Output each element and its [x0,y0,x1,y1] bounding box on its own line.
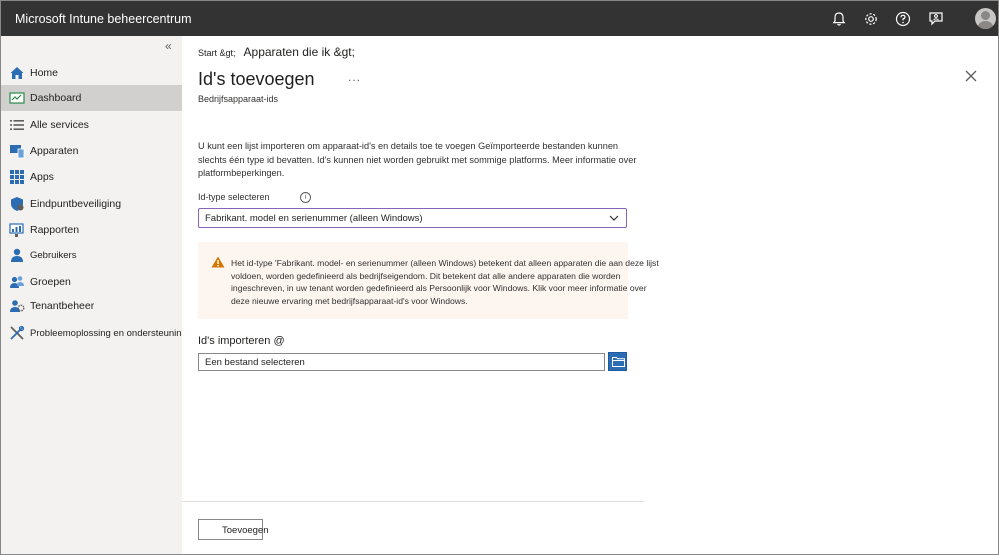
import-ids-label: Id's importeren @ [198,335,285,347]
file-select-placeholder: Een bestand selecteren [205,357,305,368]
sidebar-item-label: Probleemoplossing en ondersteuning [30,327,187,339]
sidebar-item-label: Home [30,67,59,79]
id-type-label: Id-type selecteren [198,192,270,202]
help-icon[interactable] [894,10,912,28]
sidebar-item-endpoint-security[interactable]: Eindpuntbeveiliging [1,191,182,217]
file-select-input[interactable]: Een bestand selecteren [198,353,605,371]
dashboard-icon [9,92,25,104]
sidebar-item-label: Apparaten [30,145,79,157]
list-icon [10,120,24,130]
sidebar-item-label: Groepen [30,276,71,288]
breadcrumb-start[interactable]: Start &gt; [198,48,236,58]
sidebar-item-reports[interactable]: Rapporten [1,217,182,243]
wrench-icon [10,325,25,340]
close-icon[interactable] [964,69,978,83]
sidebar-item-troubleshooting[interactable]: Probleemoplossing en ondersteuning [1,320,187,346]
sidebar-item-dashboard[interactable]: Dashboard [1,85,182,111]
add-button[interactable]: Toevoegen [198,519,268,540]
page-subtitle: Bedrijfsapparaat-ids [198,94,279,104]
feedback-icon[interactable] [927,10,945,28]
sidebar-item-devices[interactable]: Apparaten [1,138,182,164]
app-title: Microsoft Intune beheercentrum [15,12,192,26]
folder-icon [612,357,625,367]
groups-icon [10,276,24,288]
sidebar-item-home[interactable]: Home [1,60,182,86]
avatar[interactable] [975,8,996,29]
breadcrumb: Start &gt; Apparaten die ik &gt; [198,45,355,59]
sidebar-item-apps[interactable]: Apps [1,164,182,190]
shield-icon [11,197,24,211]
page-title: Id's toevoegen [198,69,315,89]
reports-icon [9,223,24,237]
add-button-label: Toevoegen [222,525,269,536]
devices-icon [10,145,25,159]
app-window: Microsoft Intune beheercentrum « Home Da… [0,0,999,555]
info-icon[interactable]: i [300,192,311,203]
sidebar-item-label: Alle services [30,119,89,131]
sidebar-item-users[interactable]: Gebruikers [1,242,182,268]
gear-icon[interactable] [862,10,880,28]
more-options-button[interactable]: ... [348,70,361,84]
sidebar-item-label: Dashboard [30,92,82,104]
sidebar: « Home Dashboard Alle services Apparaten… [1,36,187,554]
id-type-selected-value: Fabrikant. model en serienummer (alleen … [205,213,423,224]
apps-grid-icon [10,170,24,184]
warning-text: Het id-type 'Fabrikant. model- en serien… [231,258,659,306]
main-pane: Start &gt; Apparaten die ik &gt; Id's toe… [182,36,998,554]
sidebar-item-label: Gebruikers [30,249,77,261]
browse-file-button[interactable] [608,352,627,371]
user-icon [11,248,23,262]
sidebar-item-label: Tenantbeheer [30,300,95,312]
sidebar-item-label: Eindpuntbeveiliging [30,198,122,210]
sidebar-item-label: Apps [30,171,54,183]
top-bar: Microsoft Intune beheercentrum [1,1,998,36]
description: U kunt een lijst importeren om apparaat-… [198,140,648,181]
collapse-sidebar-button[interactable]: « [165,39,172,53]
sidebar-item-label: Rapporten [30,224,80,236]
bell-icon[interactable] [830,10,848,28]
sidebar-item-groups[interactable]: Groepen [1,269,182,295]
tenant-icon [10,300,25,312]
warning-icon [211,256,225,268]
id-type-dropdown[interactable]: Fabrikant. model en serienummer (alleen … [198,208,627,228]
breadcrumb-devices[interactable]: Apparaten die ik &gt; [244,45,355,59]
sidebar-item-all-services[interactable]: Alle services [1,112,182,138]
chevron-down-icon [609,215,619,221]
footer-divider [182,501,644,502]
home-icon [10,67,24,79]
sidebar-item-tenant-admin[interactable]: Tenantbeheer [1,293,182,319]
warning-banner: Het id-type 'Fabrikant. model- en serien… [198,242,659,319]
